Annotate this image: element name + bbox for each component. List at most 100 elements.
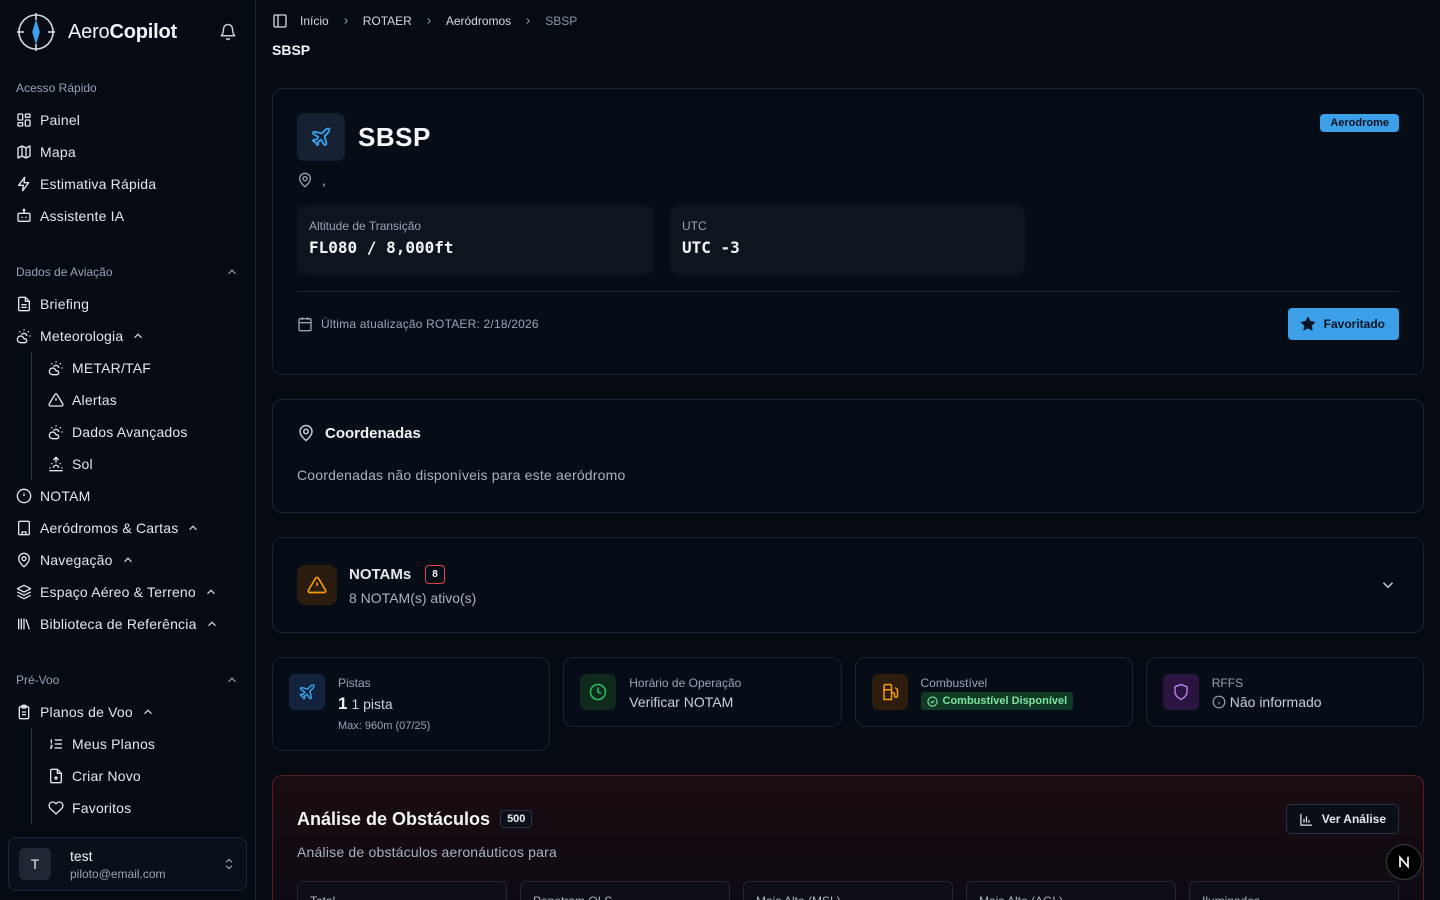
building-icon	[18, 520, 30, 536]
fuel-status-text: Combustível Disponível	[942, 695, 1068, 707]
favorite-button-label: Favoritado	[1323, 317, 1385, 331]
user-menu[interactable]: T test piloto@email.com	[8, 837, 247, 891]
sidebar-item-espaco-aereo[interactable]: Espaço Aéreo & Terreno	[8, 576, 247, 608]
stats-row: Altitude de Transição FL080 / 8,000ft UT…	[297, 205, 1399, 275]
plane-icon	[311, 127, 331, 147]
coordinates-title: Coordenadas	[325, 424, 421, 442]
dev-tools-button[interactable]	[1386, 844, 1422, 880]
sidebar-item-label: Biblioteca de Referência	[40, 616, 197, 632]
sidebar-item-biblioteca[interactable]: Biblioteca de Referência	[8, 608, 247, 640]
sidebar-item-painel[interactable]: Painel	[8, 104, 247, 136]
sunrise-icon	[49, 456, 63, 472]
sun-cloud-icon	[48, 361, 63, 376]
coordinates-card: Coordenadas Coordenadas não disponíveis …	[272, 399, 1424, 513]
sidebar-item-estimativa[interactable]: Estimativa Rápida	[8, 168, 247, 200]
calendar-icon	[298, 317, 312, 332]
sidebar-item-criar-novo[interactable]: Criar Novo	[40, 760, 247, 792]
breadcrumb-rotaer[interactable]: ROTAER	[363, 14, 412, 28]
sidebar-item-mapa[interactable]: Mapa	[8, 136, 247, 168]
group-label-prevoo[interactable]: Pré-Voo	[0, 664, 255, 696]
nav-prevoo: Planos de Voo Meus Planos Criar Novo Fav…	[0, 696, 255, 824]
sidebar-item-aerodromos[interactable]: Aeródromos & Cartas	[8, 512, 247, 544]
warning-icon	[307, 576, 327, 594]
group-label-quick: Acesso Rápido	[16, 81, 97, 95]
coordinates-text: Coordenadas não disponíveis para este ae…	[297, 467, 626, 483]
sidebar-item-label: METAR/TAF	[72, 360, 152, 376]
sidebar-item-dados-avancados[interactable]: Dados Avançados	[40, 416, 247, 448]
sidebar-item-alertas[interactable]: Alertas	[40, 384, 247, 416]
type-badge: Aerodrome	[1320, 114, 1399, 132]
notams-count-badge: 8	[425, 564, 445, 584]
metric-mais-alto-msl: Mais Alto (MSL)	[743, 881, 953, 900]
app-shell: AeroCopilot Acesso Rápido Painel Mapa Es…	[0, 0, 1440, 900]
view-analysis-button[interactable]: Ver Análise	[1285, 804, 1399, 834]
list-ordered-icon	[49, 739, 62, 749]
sidebar-item-meteorologia[interactable]: Meteorologia	[8, 320, 247, 352]
sidebar-item-assistente[interactable]: Assistente IA	[8, 200, 247, 232]
obstacles-card: Análise de Obstáculos 500 Ver Análise An…	[272, 775, 1424, 900]
chevron-up-icon	[123, 557, 132, 563]
metric-total: Total	[297, 881, 507, 900]
sidebar-item-sol[interactable]: Sol	[40, 448, 247, 480]
nav-aviation: Briefing Meteorologia METAR/TAF Alertas	[0, 288, 255, 640]
sidebar-item-label: Mapa	[40, 144, 76, 160]
submenu-planos: Meus Planos Criar Novo Favoritos	[31, 728, 247, 824]
sidebar-toggle-icon[interactable]	[272, 13, 288, 29]
clipboard-icon	[18, 704, 30, 720]
favorite-button[interactable]: Favoritado	[1287, 308, 1399, 340]
stat-value: FL080 / 8,000ft	[309, 238, 454, 257]
hours-label: Horário de Operação	[629, 676, 742, 690]
chevrons-up-down-icon	[225, 858, 233, 870]
map-pin-icon	[298, 172, 312, 188]
sidebar-item-metar-taf[interactable]: METAR/TAF	[40, 352, 247, 384]
sidebar-item-label: Dados Avançados	[72, 424, 188, 440]
sidebar-item-label: Favoritos	[72, 800, 132, 816]
obstacles-title: Análise de Obstáculos	[297, 808, 491, 829]
operating-hours-card: Horário de Operação Verificar NOTAM	[563, 657, 842, 727]
file-plus-icon	[50, 768, 62, 784]
sidebar-item-navegacao[interactable]: Navegação	[8, 544, 247, 576]
brand-name[interactable]: AeroCopilot	[68, 21, 177, 44]
runways-max: Max: 960m (07/25)	[338, 720, 431, 732]
warning-icon-box	[297, 565, 337, 605]
breadcrumb-inicio[interactable]: Início	[300, 14, 329, 28]
runways-text: 1 pista	[351, 696, 393, 712]
rffs-label: RFFS	[1211, 676, 1244, 690]
star-icon	[1300, 316, 1315, 331]
notams-card[interactable]: NOTAMs 8 8 NOTAM(s) ativo(s)	[272, 537, 1424, 633]
notams-title: NOTAMs	[349, 565, 412, 583]
info-grid: Pistas 11 pista Max: 960m (07/25) Horári…	[272, 657, 1424, 751]
group-label-aviation[interactable]: Dados de Aviação	[0, 256, 255, 288]
chevron-up-icon	[228, 269, 236, 275]
sidebar-item-label: Criar Novo	[72, 768, 141, 784]
breadcrumb-aerodromos[interactable]: Aeródromos	[446, 14, 511, 28]
user-name: test	[70, 847, 93, 864]
chevron-down-icon[interactable]	[1379, 576, 1397, 594]
sidebar-item-briefing[interactable]: Briefing	[8, 288, 247, 320]
breadcrumb: Início ROTAER Aeródromos SBSP SBSP	[272, 0, 1424, 64]
chevron-up-icon	[207, 621, 216, 627]
stat-value: UTC -3	[682, 238, 740, 257]
sidebar-item-meus-planos[interactable]: Meus Planos	[40, 728, 247, 760]
runways-card: Pistas 11 pista Max: 960m (07/25)	[272, 657, 551, 751]
sidebar-item-label: Painel	[40, 112, 81, 128]
brand-header: AeroCopilot	[0, 0, 255, 64]
chevron-up-icon	[189, 525, 198, 531]
map-pin-icon	[17, 552, 31, 568]
sidebar-item-favoritos[interactable]: Favoritos	[40, 792, 247, 824]
bolt-icon	[18, 176, 30, 192]
sidebar-item-notam[interactable]: NOTAM	[8, 480, 247, 512]
compass-logo-icon[interactable]	[16, 12, 56, 52]
hours-value: Verificar NOTAM	[629, 694, 734, 710]
grid-icon	[17, 113, 31, 127]
nav-quick: Painel Mapa Estimativa Rápida Assistente…	[0, 104, 255, 232]
obstacle-metrics: Total Penetram OLS Mais Alto (MSL) Mais …	[297, 881, 1399, 900]
clock-icon-box	[580, 674, 617, 710]
map-icon	[17, 145, 31, 159]
metric-penetram-ols: Penetram OLS	[520, 881, 730, 900]
location-row: ,	[297, 172, 1399, 188]
metric-mais-alto-agl: Mais Alto (AGL)	[966, 881, 1176, 900]
bell-icon[interactable]	[219, 23, 237, 41]
notams-subtitle: 8 NOTAM(s) ativo(s)	[349, 589, 477, 606]
sidebar-item-planos[interactable]: Planos de Voo	[8, 696, 247, 728]
